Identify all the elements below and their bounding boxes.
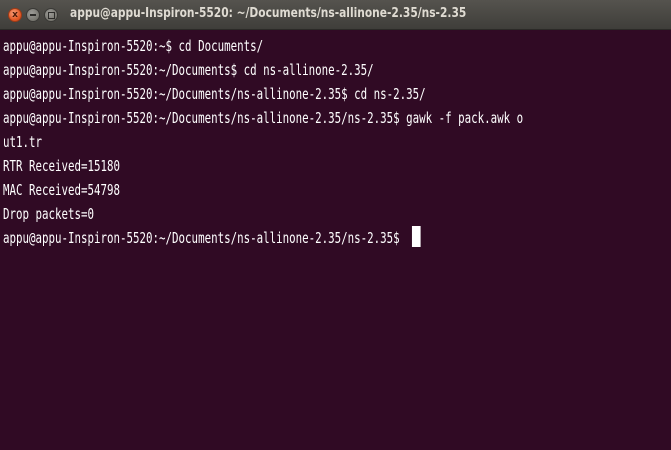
minimize-icon — [30, 14, 36, 16]
terminal-line: appu@appu-Inspiron-5520:~/Documents/ns-a… — [3, 85, 426, 103]
maximize-button[interactable] — [44, 8, 58, 22]
terminal-line: Drop packets=0 — [3, 205, 95, 223]
terminal-line: appu@appu-Inspiron-5520:~/Documents/ns-a… — [3, 109, 524, 127]
close-button[interactable]: x — [8, 8, 22, 22]
command-prompt-line[interactable]: appu@appu-Inspiron-5520:~/Documents/ns-a… — [3, 226, 484, 250]
title-bar[interactable]: x appu@appu-Inspiron-5520: ~/Documents/n… — [0, 0, 671, 30]
terminal-window: x appu@appu-Inspiron-5520: ~/Documents/n… — [0, 0, 671, 450]
terminal-line: appu@appu-Inspiron-5520:~/Documents$ cd … — [3, 61, 374, 79]
terminal-line: ut1.tr — [3, 133, 43, 151]
window-title: appu@appu-Inspiron-5520: ~/Documents/ns-… — [70, 6, 467, 21]
command-prompt: appu@appu-Inspiron-5520:~/Documents/ns-a… — [3, 229, 407, 247]
text-cursor — [411, 226, 421, 247]
minimize-button[interactable] — [26, 8, 40, 22]
terminal-line: MAC Received=54798 — [3, 181, 121, 199]
maximize-icon — [47, 11, 55, 19]
terminal-line: appu@appu-Inspiron-5520:~$ cd Documents/ — [3, 37, 264, 55]
close-icon: x — [12, 9, 18, 20]
terminal-line: RTR Received=15180 — [3, 157, 121, 175]
terminal-output[interactable]: appu@appu-Inspiron-5520:~$ cd Documents/… — [0, 30, 671, 450]
